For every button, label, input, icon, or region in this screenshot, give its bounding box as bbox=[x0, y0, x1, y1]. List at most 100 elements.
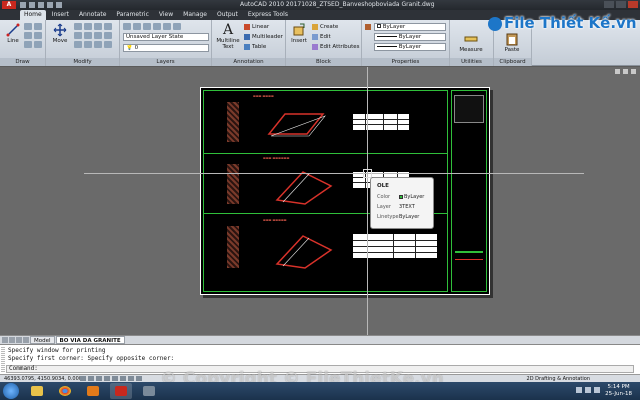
new-icon[interactable] bbox=[20, 2, 26, 8]
array-icon[interactable] bbox=[84, 41, 92, 48]
volume-icon[interactable] bbox=[585, 387, 591, 393]
taskbar-media[interactable] bbox=[82, 383, 104, 399]
chamfer-icon[interactable] bbox=[104, 41, 112, 48]
lineweight-toggle-icon[interactable] bbox=[128, 376, 134, 381]
tab-view[interactable]: View bbox=[155, 10, 177, 20]
taskbar-explorer[interactable] bbox=[26, 383, 48, 399]
rotate-icon[interactable] bbox=[74, 23, 82, 30]
color-dropdown[interactable]: ByLayer bbox=[374, 23, 446, 31]
tab-model[interactable]: Model bbox=[30, 336, 55, 344]
tab-express-tools[interactable]: Express Tools bbox=[244, 10, 292, 20]
open-icon[interactable] bbox=[29, 2, 35, 8]
layer-freeze-icon[interactable] bbox=[143, 23, 151, 30]
drawing-minimize-button[interactable] bbox=[615, 69, 620, 74]
table-label: Table bbox=[252, 44, 267, 50]
minimize-button[interactable] bbox=[604, 1, 614, 8]
linear-dimension-tool[interactable]: Linear bbox=[244, 24, 269, 30]
annotation-panel-title[interactable]: Annotation bbox=[212, 58, 285, 66]
taskbar-autocad[interactable] bbox=[110, 383, 132, 399]
last-layout-icon[interactable] bbox=[23, 337, 29, 343]
quick-properties-toggle-icon[interactable] bbox=[136, 376, 142, 381]
layer-state-dropdown[interactable]: Unsaved Layer State bbox=[123, 33, 209, 41]
properties-panel-title[interactable]: Properties bbox=[362, 58, 449, 66]
lineweight-dropdown[interactable]: ByLayer bbox=[374, 43, 446, 51]
tab-output[interactable]: Output bbox=[213, 10, 242, 20]
insert-tool[interactable]: Insert bbox=[288, 23, 310, 44]
measure-tool[interactable]: Measure bbox=[454, 32, 488, 53]
polar-toggle-icon[interactable] bbox=[104, 376, 110, 381]
line-tool[interactable]: Line bbox=[2, 23, 24, 44]
paste-tool[interactable]: Paste bbox=[498, 32, 526, 53]
polyline-icon[interactable] bbox=[24, 23, 32, 30]
layers-panel-title[interactable]: Layers bbox=[120, 58, 211, 66]
block-panel-title[interactable]: Block bbox=[286, 58, 361, 66]
undo-icon[interactable] bbox=[47, 2, 53, 8]
clipboard-panel-title[interactable]: Clipboard bbox=[494, 58, 531, 66]
tab-annotate[interactable]: Annotate bbox=[75, 10, 110, 20]
network-icon[interactable] bbox=[576, 387, 582, 393]
scale-icon[interactable] bbox=[74, 41, 82, 48]
drawing-canvas[interactable]: ▬▬▬ ▬▬▬▬ ▬▬▬ ▬▬▬▬▬▬ ▬▬▬ ▬▬▬▬▬ OLE Color … bbox=[0, 67, 640, 335]
layer-off-icon[interactable] bbox=[133, 23, 141, 30]
multileader-tool[interactable]: Multileader bbox=[244, 34, 283, 40]
osnap-toggle-icon[interactable] bbox=[112, 376, 118, 381]
first-layout-icon[interactable] bbox=[2, 337, 8, 343]
table-tool[interactable]: Table bbox=[244, 44, 266, 50]
draw-panel: Line Draw bbox=[0, 20, 46, 66]
quick-access-toolbar bbox=[20, 2, 62, 8]
hatch-icon[interactable] bbox=[24, 41, 32, 48]
grid-toggle-icon[interactable] bbox=[88, 376, 94, 381]
layer-lock-icon[interactable] bbox=[153, 23, 161, 30]
application-menu-button[interactable]: A bbox=[2, 1, 16, 9]
arc-icon[interactable] bbox=[24, 32, 32, 39]
drawing-close-button[interactable] bbox=[631, 69, 636, 74]
ellipse-icon[interactable] bbox=[34, 41, 42, 48]
match-properties-icon[interactable] bbox=[365, 24, 371, 30]
copy-icon[interactable] bbox=[104, 23, 112, 30]
draw-panel-title[interactable]: Draw bbox=[0, 58, 45, 66]
otrack-toggle-icon[interactable] bbox=[120, 376, 126, 381]
layer-match-icon[interactable] bbox=[163, 23, 171, 30]
taskbar-app[interactable] bbox=[138, 383, 160, 399]
trim-icon[interactable] bbox=[84, 23, 92, 30]
start-button[interactable] bbox=[3, 383, 19, 399]
offset-icon[interactable] bbox=[94, 41, 102, 48]
tab-manage[interactable]: Manage bbox=[179, 10, 211, 20]
tab-parametric[interactable]: Parametric bbox=[112, 10, 153, 20]
close-button[interactable] bbox=[628, 1, 638, 8]
multiline-text-tool[interactable]: A Multiline Text bbox=[214, 23, 242, 50]
flag-icon[interactable] bbox=[594, 387, 600, 393]
tab-insert[interactable]: Insert bbox=[48, 10, 73, 20]
modify-panel-title[interactable]: Modify bbox=[46, 58, 119, 66]
redo-icon[interactable] bbox=[56, 2, 62, 8]
layer-isolate-icon[interactable] bbox=[173, 23, 181, 30]
next-layout-icon[interactable] bbox=[16, 337, 22, 343]
tab-layout-granite[interactable]: BO VIA DA GRANITE bbox=[55, 336, 125, 344]
snap-toggle-icon[interactable] bbox=[80, 376, 86, 381]
drawing-restore-button[interactable] bbox=[623, 69, 628, 74]
command-window-grip[interactable] bbox=[1, 347, 5, 373]
rectangle-icon[interactable] bbox=[34, 32, 42, 39]
fillet-icon[interactable] bbox=[84, 32, 92, 39]
create-label: Create bbox=[320, 24, 339, 30]
ortho-toggle-icon[interactable] bbox=[96, 376, 102, 381]
previous-layout-icon[interactable] bbox=[9, 337, 15, 343]
edit-block-tool[interactable]: Edit bbox=[312, 34, 331, 40]
layer-properties-icon[interactable] bbox=[123, 23, 131, 30]
explode-icon[interactable] bbox=[94, 32, 102, 39]
save-icon[interactable] bbox=[38, 2, 44, 8]
stretch-icon[interactable] bbox=[104, 32, 112, 39]
circle-icon[interactable] bbox=[34, 23, 42, 30]
taskbar-clock[interactable]: 5:14 PM 25-Jun-18 bbox=[605, 384, 632, 398]
linetype-dropdown[interactable]: ByLayer bbox=[374, 33, 446, 41]
utilities-panel-title[interactable]: Utilities bbox=[450, 58, 493, 66]
maximize-button[interactable] bbox=[616, 1, 626, 8]
create-block-tool[interactable]: Create bbox=[312, 24, 338, 30]
mirror-icon[interactable] bbox=[74, 32, 82, 39]
move-tool[interactable]: Move bbox=[49, 23, 71, 44]
tab-home[interactable]: Home bbox=[20, 10, 46, 20]
layer-dropdown[interactable]: 💡 0 bbox=[123, 44, 209, 52]
erase-icon[interactable] bbox=[94, 23, 102, 30]
edit-attributes-tool[interactable]: Edit Attributes bbox=[312, 44, 360, 50]
taskbar-chrome[interactable] bbox=[54, 383, 76, 399]
